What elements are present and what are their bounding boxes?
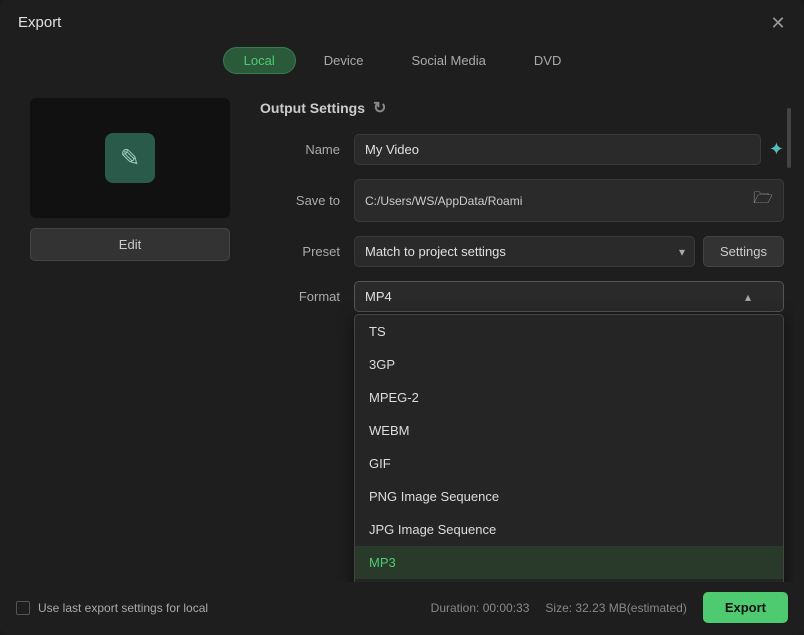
- dropdown-item-mp3[interactable]: MP3: [355, 546, 783, 579]
- tab-dvd[interactable]: DVD: [514, 47, 581, 74]
- tab-local[interactable]: Local: [223, 47, 296, 74]
- name-label: Name: [260, 142, 340, 157]
- main-content: ✎ Edit Output Settings ↻ Name ✦ Save to: [0, 88, 804, 582]
- export-button[interactable]: Export: [703, 592, 788, 623]
- preset-select-wrap: Match to project settings ▾: [354, 236, 695, 267]
- tabs-bar: Local Device Social Media DVD: [0, 41, 804, 88]
- name-input[interactable]: [354, 134, 761, 165]
- name-row: Name ✦: [260, 134, 784, 165]
- dropdown-item-wav[interactable]: WAV: [355, 579, 783, 582]
- format-chevron-up-icon: ▴: [745, 290, 751, 304]
- output-settings-header: Output Settings ↻: [260, 98, 784, 118]
- preset-label: Preset: [260, 244, 340, 259]
- size-label: Size: 32.23 MB(estimated): [545, 601, 686, 615]
- settings-button[interactable]: Settings: [703, 236, 784, 267]
- export-window: Export ✕ Local Device Social Media DVD ✎…: [0, 0, 804, 635]
- preset-row: Preset Match to project settings ▾ Setti…: [260, 236, 784, 267]
- format-select-wrap: MP4 ▴ TS 3GP MPEG-2 WEBM GIF PNG Image S…: [354, 281, 784, 312]
- dropdown-item-webm[interactable]: WEBM: [355, 414, 783, 447]
- ai-icon[interactable]: ✦: [769, 139, 784, 160]
- refresh-icon[interactable]: ↻: [373, 98, 386, 118]
- format-dropdown-list: TS 3GP MPEG-2 WEBM GIF PNG Image Sequenc…: [354, 314, 784, 582]
- preset-select[interactable]: Match to project settings: [354, 236, 695, 267]
- title-bar: Export ✕: [0, 0, 804, 41]
- left-panel: ✎ Edit: [10, 88, 250, 582]
- scrollbar[interactable]: [786, 88, 792, 582]
- dropdown-item-3gp[interactable]: 3GP: [355, 348, 783, 381]
- preview-box: ✎: [30, 98, 230, 218]
- dropdown-item-png-seq[interactable]: PNG Image Sequence: [355, 480, 783, 513]
- window-title: Export: [18, 14, 61, 31]
- save-to-label: Save to: [260, 193, 340, 208]
- save-to-path-wrap: C:/Users/WS/AppData/Roami 🗁: [354, 179, 784, 222]
- dropdown-item-mpeg2[interactable]: MPEG-2: [355, 381, 783, 414]
- save-to-path: C:/Users/WS/AppData/Roami: [365, 194, 745, 208]
- pencil-icon: ✎: [120, 144, 140, 173]
- format-selected-value: MP4: [365, 289, 392, 304]
- dropdown-item-ts[interactable]: TS: [355, 315, 783, 348]
- tab-social-media[interactable]: Social Media: [391, 47, 505, 74]
- dropdown-item-gif[interactable]: GIF: [355, 447, 783, 480]
- save-to-row: Save to C:/Users/WS/AppData/Roami 🗁: [260, 179, 784, 222]
- edit-button[interactable]: Edit: [30, 228, 230, 261]
- output-settings-label: Output Settings: [260, 100, 365, 116]
- format-row: Format MP4 ▴ TS 3GP MPEG-2 WEBM GIF PNG …: [260, 281, 784, 312]
- folder-icon[interactable]: 🗁: [753, 187, 773, 214]
- use-last-settings-checkbox[interactable]: [16, 601, 30, 615]
- format-select-box[interactable]: MP4 ▴: [354, 281, 784, 312]
- format-label: Format: [260, 289, 340, 304]
- bottom-bar: Use last export settings for local Durat…: [0, 582, 804, 635]
- close-button[interactable]: ✕: [770, 15, 786, 31]
- check-label: Use last export settings for local: [38, 601, 208, 615]
- dropdown-item-jpg-seq[interactable]: JPG Image Sequence: [355, 513, 783, 546]
- bottom-meta-wrap: Duration: 00:00:33 Size: 32.23 MB(estima…: [431, 592, 788, 623]
- check-wrap: Use last export settings for local: [16, 601, 208, 615]
- tab-device[interactable]: Device: [304, 47, 384, 74]
- right-panel: Output Settings ↻ Name ✦ Save to C:/User…: [250, 88, 794, 582]
- scrollbar-thumb: [787, 108, 791, 168]
- preview-icon: ✎: [105, 133, 155, 183]
- duration-label: Duration: 00:00:33: [431, 601, 530, 615]
